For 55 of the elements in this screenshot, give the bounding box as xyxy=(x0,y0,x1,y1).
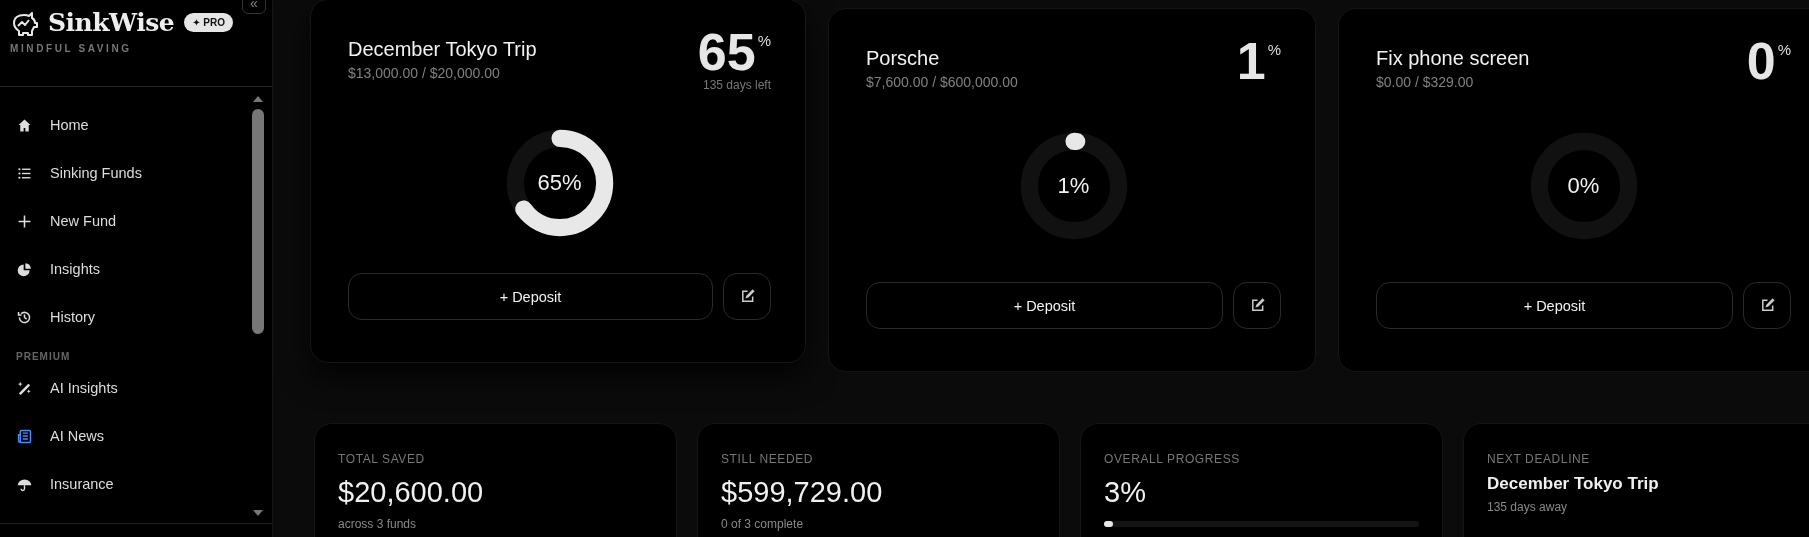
scrollbar-thumb[interactable] xyxy=(252,109,264,334)
deposit-button[interactable]: + Deposit xyxy=(866,282,1223,329)
newspaper-icon xyxy=(16,427,33,445)
magic-wand-icon xyxy=(16,379,33,397)
scroll-down-icon[interactable] xyxy=(252,509,264,517)
ring-percent: 1% xyxy=(1057,173,1090,199)
edit-icon xyxy=(1249,298,1265,313)
pro-badge: ✦ PRO xyxy=(184,13,233,32)
days-left: 135 days left xyxy=(702,78,771,92)
nav-item[interactable]: AI News xyxy=(16,412,250,460)
edit-button[interactable] xyxy=(1233,282,1281,329)
section-heading: PREMIUM xyxy=(16,350,72,364)
fund-amount: $7,600.00 / $600,000.00 xyxy=(866,74,1018,90)
fund-title: Fix phone screen xyxy=(1376,47,1530,70)
brand-name: SinkWise xyxy=(48,8,175,37)
nav-item[interactable]: Home xyxy=(16,101,250,149)
stat-value: $599,729.00 xyxy=(721,476,884,509)
stat-label: OVERALL PROGRESS xyxy=(1104,452,1241,466)
edit-icon xyxy=(739,289,755,304)
stat-value: $20,600.00 xyxy=(338,476,485,509)
percent-value: 1 xyxy=(1236,35,1266,87)
percent-sign: % xyxy=(1267,41,1281,58)
tagline: MINDFUL SAVING xyxy=(10,43,133,54)
fund-amount: $13,000.00 / $20,000.00 xyxy=(348,65,501,81)
ring-percent: 65% xyxy=(537,169,582,196)
stat-note: 0 of 3 complete xyxy=(721,517,805,531)
nav-item[interactable]: Insurance xyxy=(16,460,250,508)
percent-sign: % xyxy=(757,32,771,49)
scroll-up-icon[interactable] xyxy=(252,95,264,103)
nav-item[interactable]: AI Insights xyxy=(16,364,250,412)
stat-note: 135 days away xyxy=(1487,500,1569,514)
stat-label: STILL NEEDED xyxy=(721,452,815,466)
stat-value: 3% xyxy=(1104,476,1147,509)
nav-item[interactable]: Sinking Funds xyxy=(16,149,250,197)
stat-label: NEXT DEADLINE xyxy=(1487,452,1591,466)
deposit-button[interactable]: + Deposit xyxy=(1376,282,1733,329)
percent-value: 65 xyxy=(697,26,756,78)
deposit-button[interactable]: + Deposit xyxy=(348,273,713,320)
nav-item[interactable]: History xyxy=(16,293,250,341)
fund-title: December Tokyo Trip xyxy=(348,38,537,61)
edit-button[interactable] xyxy=(723,273,771,320)
stat-label: TOTAL SAVED xyxy=(338,452,426,466)
nav-item[interactable]: Insights xyxy=(16,245,250,293)
edit-button[interactable] xyxy=(1743,282,1791,329)
stat-value: December Tokyo Trip xyxy=(1487,474,1660,494)
stat-note: across 3 funds xyxy=(338,517,418,531)
pie-icon xyxy=(16,260,33,278)
edit-icon xyxy=(1759,298,1775,313)
percent-value: 0 xyxy=(1746,35,1776,87)
fund-title: Porsche xyxy=(866,47,941,70)
fund-amount: $0.00 / $329.00 xyxy=(1376,74,1475,90)
nav-item[interactable]: New Fund xyxy=(16,197,250,245)
collapse-button[interactable]: « xyxy=(242,0,266,14)
percent-sign: % xyxy=(1777,41,1791,58)
ring-percent: 0% xyxy=(1567,173,1600,199)
